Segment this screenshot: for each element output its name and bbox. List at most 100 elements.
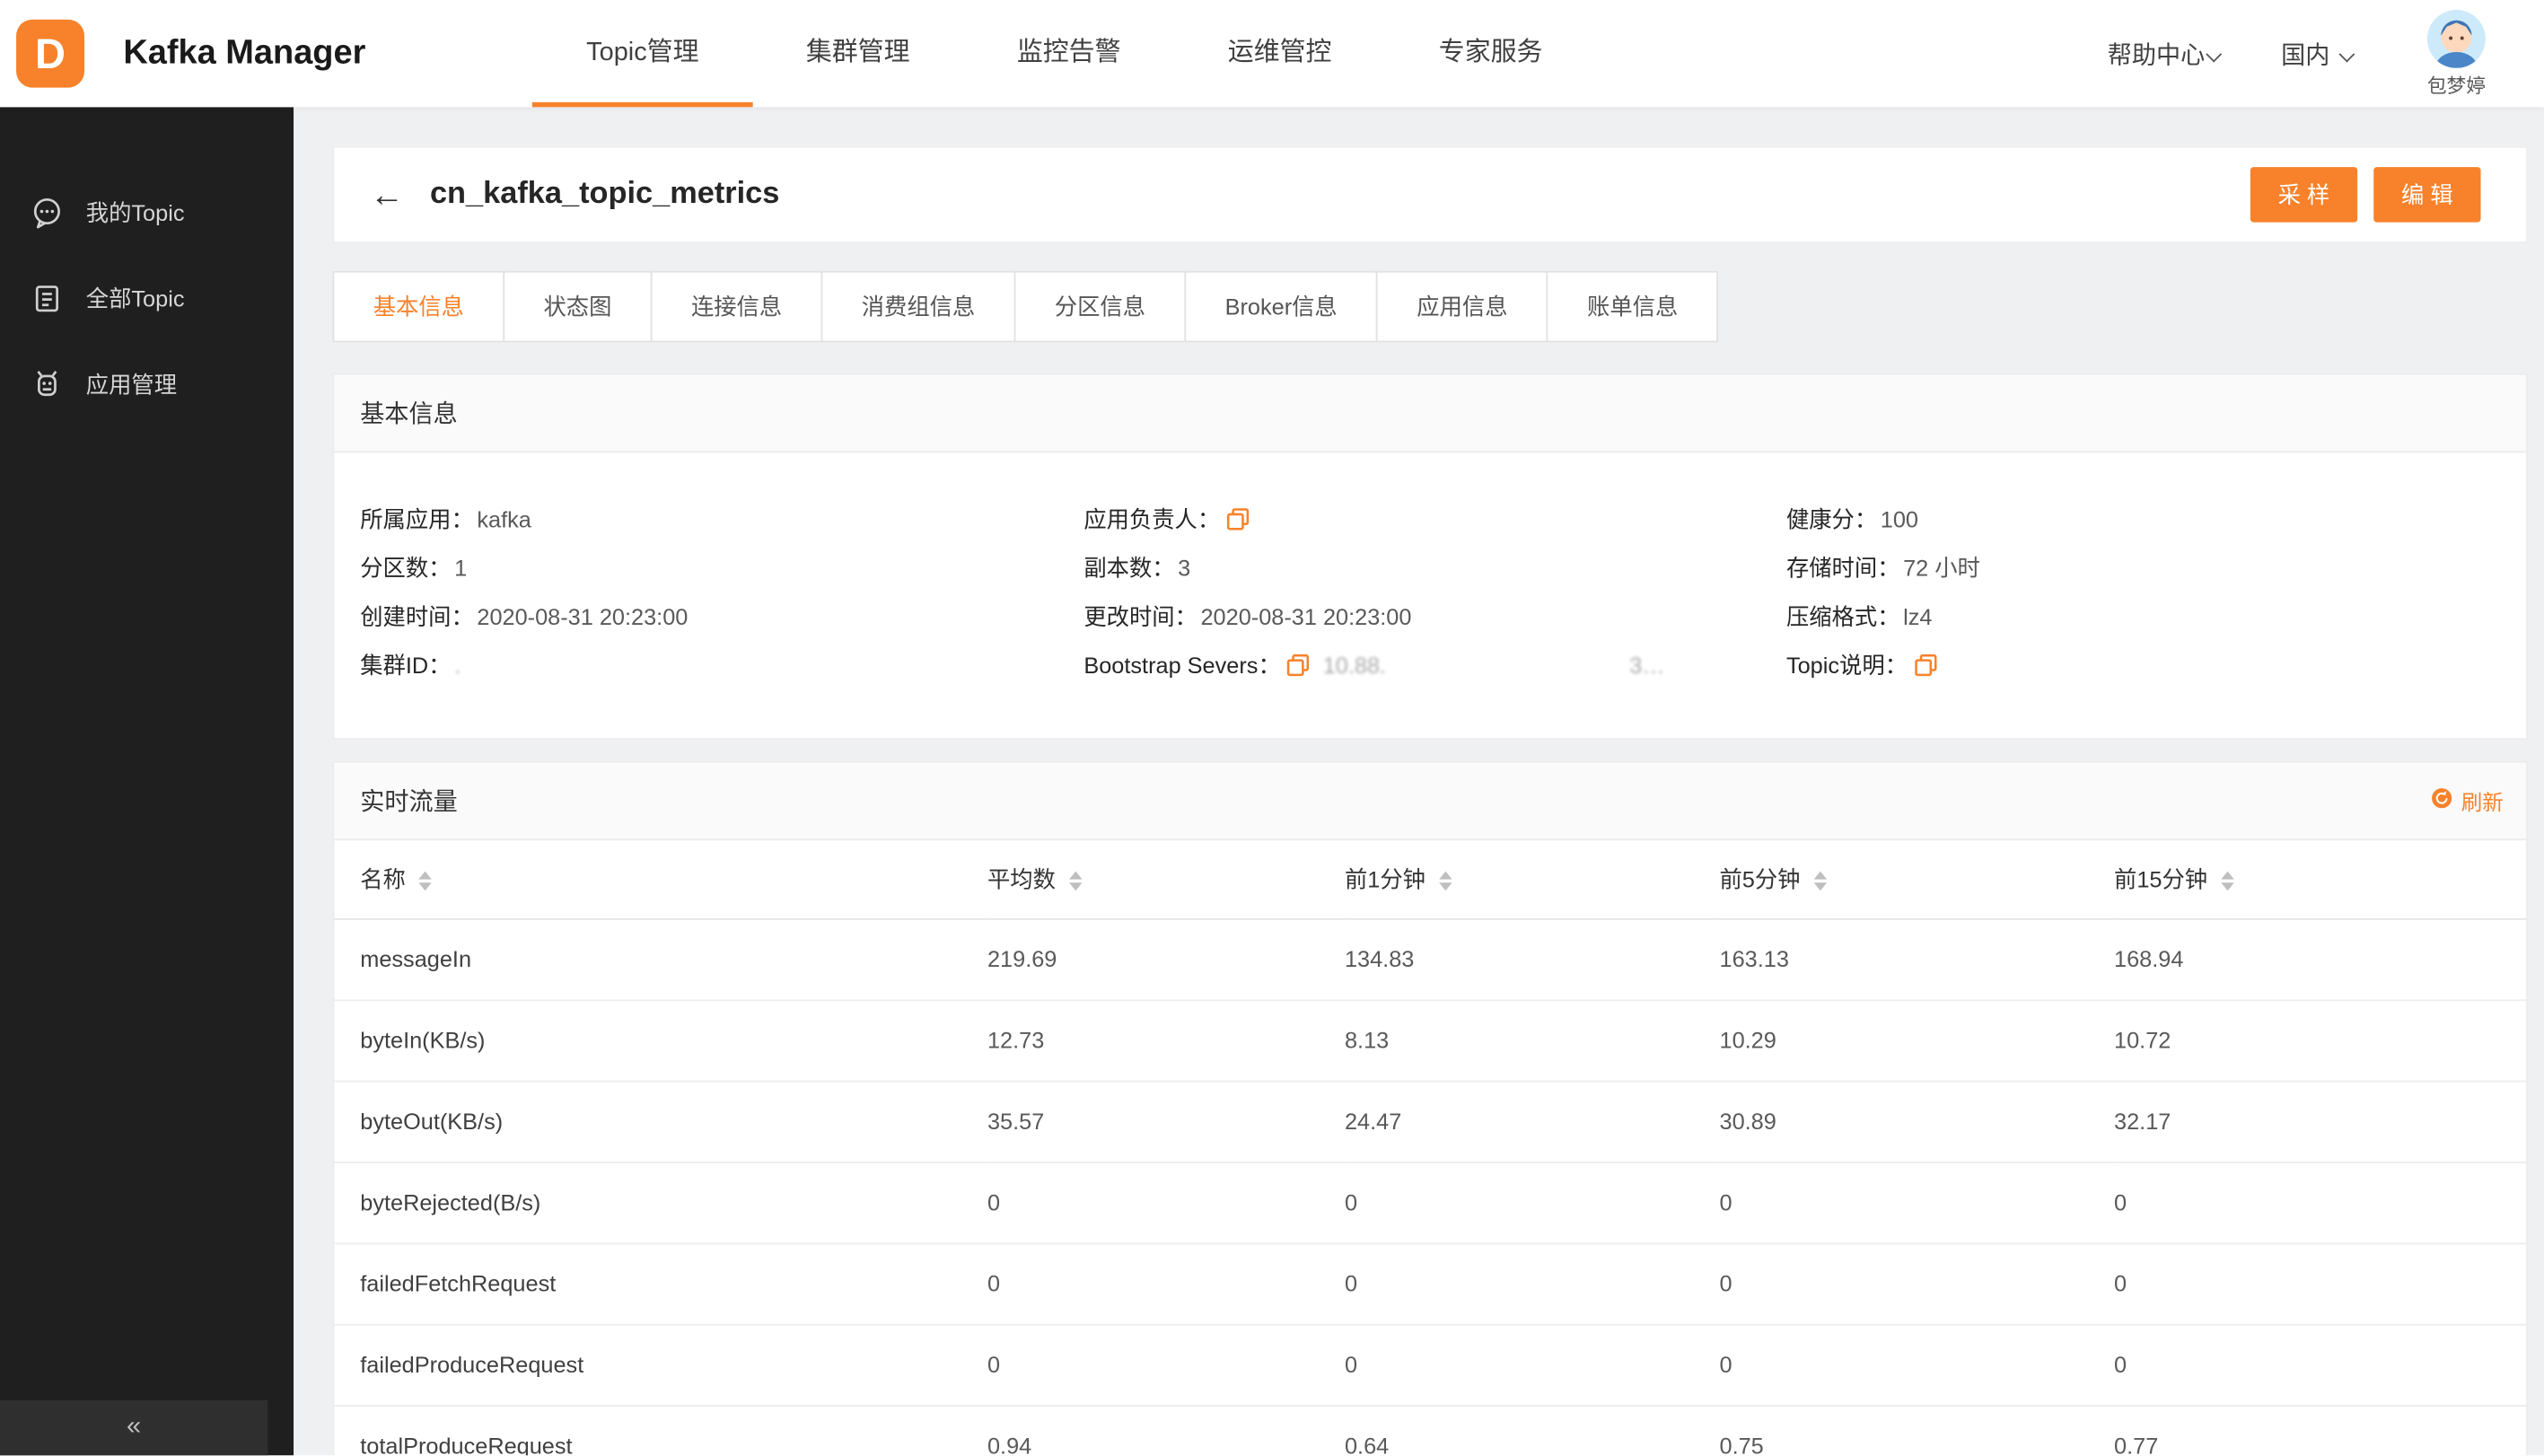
info-field: 更改时间2020-08-31 20:23:00 [1083, 592, 1786, 641]
sidebar-item-label: 应用管理 [85, 370, 178, 397]
sidebar-item-label: 全部Topic [85, 285, 185, 311]
tab-2[interactable]: 状态图 [503, 270, 653, 343]
metric-value: 0.77 [2114, 1405, 2527, 1456]
column-header[interactable]: 名称 [334, 840, 987, 919]
field-value: 3 [1178, 555, 1191, 582]
tab-7[interactable]: 应用信息 [1376, 270, 1548, 343]
sidebar-item-2[interactable]: 全部Topic [0, 255, 294, 341]
field-label: 副本数 [1083, 552, 1174, 584]
field-label: Bootstrap Severs [1083, 649, 1280, 681]
chevron-down-icon [2206, 45, 2223, 62]
field-label: 存储时间 [1786, 552, 1900, 584]
sort-icon[interactable] [1068, 871, 1082, 891]
field-value: 2020-08-31 20:23:00 [1200, 603, 1412, 630]
sidebar-collapse-button[interactable]: « [0, 1399, 268, 1456]
tab-6[interactable]: Broker信息 [1184, 270, 1378, 343]
tab-8[interactable]: 账单信息 [1546, 270, 1719, 343]
metric-value: 0.94 [987, 1405, 1345, 1456]
table-row: byteRejected(B/s) 0 0 0 0 [334, 1162, 2527, 1244]
table-row: messageIn 219.69 134.83 163.13 168.94 [334, 917, 2527, 1001]
column-label: 平均数 [987, 865, 1056, 892]
column-header[interactable]: 前5分钟 [1719, 840, 2115, 919]
sample-button[interactable]: 采 样 [2250, 167, 2358, 223]
main-content: ← cn_kafka_topic_metrics 采 样 编 辑 基本信息 状态图… [294, 107, 2544, 1456]
metric-value: 8.13 [1344, 999, 1720, 1082]
metric-name: byteOut(KB/s) [334, 1080, 987, 1163]
user-name: 包梦婷 [2426, 74, 2486, 97]
metric-value: 32.17 [2114, 1080, 2527, 1163]
field-value: . [454, 652, 461, 679]
metric-name: failedFetchRequest [334, 1242, 987, 1325]
sidebar-menu: 我的Topic 全部Topic 应用管理 [0, 107, 294, 426]
column-label: 名称 [360, 865, 406, 892]
nav-item-1[interactable]: Topic管理 [532, 0, 753, 108]
back-button[interactable]: ← [370, 178, 404, 212]
user-box: 包梦婷 [2408, 8, 2505, 98]
column-header[interactable]: 平均数 [987, 840, 1345, 919]
sort-icon[interactable] [1438, 871, 1452, 891]
metric-value: 168.94 [2114, 917, 2527, 1001]
field-value: 72 小时 [1903, 555, 1980, 582]
metric-value: 0 [1719, 1323, 2115, 1407]
nav-item-4[interactable]: 运维管控 [1174, 0, 1385, 107]
region-select[interactable]: 国内 [2281, 37, 2355, 71]
sidebar-item-label: 我的Topic [85, 198, 185, 225]
brand-logo-icon[interactable]: D [16, 19, 84, 88]
refresh-button[interactable]: 刷新 [2430, 785, 2504, 816]
field-label: 集群ID [360, 649, 451, 681]
copy-icon[interactable] [1287, 653, 1310, 677]
metrics-table-head-row: 名称 平均数 前1分钟 前5分钟 前15分钟 [334, 840, 2527, 919]
table-row: byteOut(KB/s) 35.57 24.47 30.89 32.17 [334, 1080, 2527, 1163]
metric-value: 163.13 [1719, 917, 2115, 1001]
nav-item-3[interactable]: 监控告警 [963, 0, 1174, 107]
sidebar: 我的Topic 全部Topic 应用管理 « [0, 107, 294, 1456]
column-header[interactable]: 前1分钟 [1344, 840, 1720, 919]
tab-3[interactable]: 连接信息 [650, 270, 823, 343]
sort-icon[interactable] [418, 871, 432, 891]
field-value: lz4 [1903, 603, 1933, 630]
metric-value: 12.73 [987, 999, 1345, 1082]
nav-item-5[interactable]: 专家服务 [1385, 0, 1596, 107]
info-field: 健康分100 [1786, 495, 2526, 543]
metrics-table-body: messageIn 219.69 134.83 163.13 168.94 byteIn(… [334, 917, 2527, 1456]
basic-info-card: 基本信息 所属应用kafka应用负责人健康分100分区数1副本数3存储时间72 … [332, 373, 2528, 741]
edit-button[interactable]: 编 辑 [2373, 167, 2481, 223]
detail-tabs: 基本信息 状态图 连接信息 消费组信息 分区信息 Broker信息 应用信息 账单信息 [332, 270, 2528, 343]
nav-item-2[interactable]: 集群管理 [752, 0, 963, 107]
field-label: 创建时间 [360, 601, 474, 633]
tab-5[interactable]: 分区信息 [1013, 270, 1187, 343]
field-value: kafka [477, 505, 531, 532]
field-value: 3… [1629, 652, 1665, 679]
metric-value: 0 [987, 1323, 1345, 1407]
tab-4[interactable]: 消费组信息 [820, 270, 1016, 343]
help-center-link[interactable]: 帮助中心 [2108, 37, 2223, 71]
metric-name: failedProduceRequest [334, 1323, 987, 1407]
table-row: failedProduceRequest 0 0 0 0 [334, 1323, 2527, 1407]
app-manage-icon [30, 367, 66, 399]
metric-name: byteRejected(B/s) [334, 1162, 987, 1244]
copy-icon[interactable] [1226, 508, 1250, 531]
doc-icon [30, 282, 66, 314]
copy-icon[interactable] [1914, 653, 1936, 677]
metric-value: 0 [1344, 1242, 1720, 1325]
sidebar-item-1[interactable]: 我的Topic [0, 169, 294, 255]
metric-value: 30.89 [1719, 1080, 2115, 1163]
tab-1[interactable]: 基本信息 [332, 270, 505, 343]
column-header[interactable]: 前15分钟 [2114, 840, 2527, 919]
table-row: failedFetchRequest 0 0 0 0 [334, 1242, 2527, 1325]
collapse-icon: « [127, 1413, 142, 1441]
region-label: 国内 [2281, 41, 2330, 69]
field-label: 压缩格式 [1786, 601, 1900, 633]
sidebar-item-3[interactable]: 应用管理 [0, 341, 294, 427]
avatar[interactable] [2426, 8, 2486, 68]
chevron-down-icon [2338, 45, 2355, 62]
title-actions: 采 样 编 辑 [2250, 167, 2481, 223]
table-row: byteIn(KB/s) 12.73 8.13 10.29 10.72 [334, 999, 2527, 1082]
chat-icon [30, 196, 66, 228]
top-nav: Topic管理 集群管理 监控告警 运维管控 专家服务 [532, 0, 1597, 108]
field-value: 100 [1880, 505, 1918, 532]
sort-icon[interactable] [2220, 871, 2233, 891]
metric-value: 0 [987, 1242, 1345, 1325]
info-field: 副本数3 [1083, 543, 1786, 592]
sort-icon[interactable] [1812, 871, 1827, 891]
